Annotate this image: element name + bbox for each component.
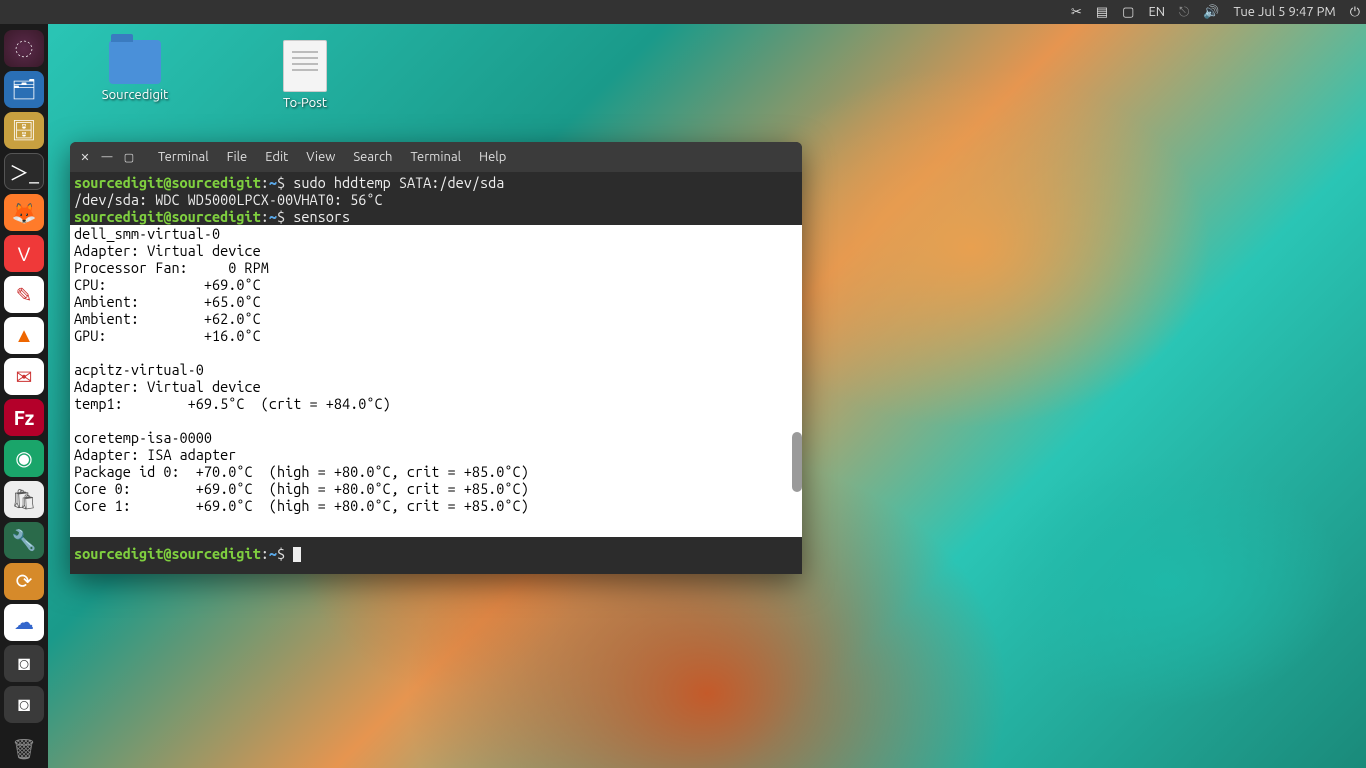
terminal-titlebar[interactable]: ✕ — ▢ Terminal File Edit View Search Ter… xyxy=(70,142,802,172)
desktop-icons-area: Sourcedigit To-Post xyxy=(90,40,350,110)
power-icon[interactable]: ⏻ xyxy=(1350,5,1360,20)
app-icon-2[interactable]: ◙ xyxy=(4,645,44,682)
minimize-icon[interactable]: — xyxy=(100,150,114,164)
terminal-menubar: Terminal File Edit View Search Terminal … xyxy=(154,150,510,164)
desktop-icon-label: To-Post xyxy=(283,96,327,110)
terminal-cursor xyxy=(293,547,301,562)
shutter-icon[interactable]: ◉ xyxy=(4,440,44,477)
screen-icon[interactable]: ▢ xyxy=(1122,5,1134,20)
maximize-icon[interactable]: ▢ xyxy=(122,150,136,164)
terminal-prompt-current[interactable]: sourcedigit@sourcedigit:~$ xyxy=(70,537,802,574)
bluetooth-icon[interactable]: ⎋ xyxy=(1179,5,1189,20)
menu-terminal2[interactable]: Terminal xyxy=(406,150,465,164)
prompt-path: ~ xyxy=(269,545,277,562)
vlc-icon[interactable]: ▲ xyxy=(4,317,44,354)
disk-icon[interactable]: 🗄 xyxy=(4,112,44,149)
vivaldi-icon[interactable]: V xyxy=(4,235,44,272)
launcher-dock: ◌ 🗂 🗄 ＞_ 🦊 V ✎ ▲ ✉ Fz ◉ 🛍 🔧 ⟳ ☁ ◙ ◙ 🗑 xyxy=(0,24,48,768)
volume-icon[interactable]: 🔊 xyxy=(1203,5,1219,20)
sensor-block-name: coretemp-isa-0000 xyxy=(74,429,212,446)
prompt-symbol: $ xyxy=(277,208,285,225)
menu-terminal[interactable]: Terminal xyxy=(154,150,213,164)
menu-help[interactable]: Help xyxy=(475,150,510,164)
prompt-user: sourcedigit@sourcedigit xyxy=(74,208,261,225)
scissors-icon[interactable]: ✂ xyxy=(1071,5,1082,20)
sensor-block-name: dell_smm-virtual-0 xyxy=(74,225,220,242)
terminal-window: ✕ — ▢ Terminal File Edit View Search Ter… xyxy=(70,142,802,574)
prompt-symbol: $ xyxy=(277,174,285,191)
sensor-line: Core 1: +69.0°C (high = +80.0°C, crit = … xyxy=(74,497,529,514)
ubuntu-dash-icon[interactable]: ◌ xyxy=(4,30,44,67)
terminal-output[interactable]: sourcedigit@sourcedigit:~$ sudo hddtemp … xyxy=(70,172,802,537)
filezilla-icon[interactable]: Fz xyxy=(4,399,44,436)
sensor-adapter: Adapter: ISA adapter xyxy=(74,446,236,463)
sensor-adapter: Adapter: Virtual device xyxy=(74,242,261,259)
prompt-symbol: $ xyxy=(277,545,285,562)
notes-icon[interactable]: ▤ xyxy=(1096,5,1108,20)
files-icon[interactable]: 🗂 xyxy=(4,71,44,108)
sensor-line: Ambient: +62.0°C xyxy=(74,310,261,327)
terminal-launcher-icon[interactable]: ＞_ xyxy=(4,153,44,190)
desktop-folder-sourcedigit[interactable]: Sourcedigit xyxy=(90,40,180,110)
menu-edit[interactable]: Edit xyxy=(261,150,292,164)
sensor-line: Processor Fan: 0 RPM xyxy=(74,259,269,276)
scrollbar-thumb[interactable] xyxy=(792,432,802,492)
sensor-adapter: Adapter: Virtual device xyxy=(74,378,261,395)
sensor-line: Ambient: +65.0°C xyxy=(74,293,261,310)
app-icon-3[interactable]: ◙ xyxy=(4,686,44,723)
output-line: /dev/sda: WDC WD5000LPCX-00VHAT0: 56°C xyxy=(74,191,383,208)
file-icon xyxy=(283,40,327,92)
sensor-line: GPU: +16.0°C xyxy=(74,327,261,344)
folder-icon xyxy=(109,40,161,84)
settings-icon[interactable]: 🔧 xyxy=(4,522,44,559)
app-icon-1[interactable]: ☁ xyxy=(4,604,44,641)
trash-icon[interactable]: 🗑 xyxy=(4,731,44,768)
prompt-user: sourcedigit@sourcedigit xyxy=(74,545,261,562)
close-icon[interactable]: ✕ xyxy=(78,150,92,164)
sensor-line: Package id 0: +70.0°C (high = +80.0°C, c… xyxy=(74,463,529,480)
sync-icon[interactable]: ⟳ xyxy=(4,563,44,600)
prompt-path: ~ xyxy=(269,174,277,191)
editor-icon[interactable]: ✎ xyxy=(4,276,44,313)
clock-text[interactable]: Tue Jul 5 9:47 PM xyxy=(1234,5,1336,19)
menu-file[interactable]: File xyxy=(223,150,252,164)
prompt-path: ~ xyxy=(269,208,277,225)
prompt-user: sourcedigit@sourcedigit xyxy=(74,174,261,191)
menu-search[interactable]: Search xyxy=(349,150,396,164)
sensor-line: temp1: +69.5°C (crit = +84.0°C) xyxy=(74,395,391,412)
sensor-line: Core 0: +69.0°C (high = +80.0°C, crit = … xyxy=(74,480,529,497)
command-1: sudo hddtemp SATA:/dev/sda xyxy=(293,174,504,191)
desktop-icon-label: Sourcedigit xyxy=(102,88,168,102)
sensor-block-name: acpitz-virtual-0 xyxy=(74,361,204,378)
top-menu-bar: ✂ ▤ ▢ EN ⎋ 🔊 Tue Jul 5 9:47 PM ⏻ xyxy=(0,0,1366,24)
terminal-scrollbar[interactable] xyxy=(792,172,802,537)
menu-view[interactable]: View xyxy=(302,150,339,164)
keyboard-lang-indicator[interactable]: EN xyxy=(1148,5,1165,19)
firefox-icon[interactable]: 🦊 xyxy=(4,194,44,231)
sensor-line: CPU: +69.0°C xyxy=(74,276,261,293)
desktop-file-to-post[interactable]: To-Post xyxy=(260,40,350,110)
software-icon[interactable]: 🛍 xyxy=(4,481,44,518)
command-2: sensors xyxy=(293,208,350,225)
mail-icon[interactable]: ✉ xyxy=(4,358,44,395)
